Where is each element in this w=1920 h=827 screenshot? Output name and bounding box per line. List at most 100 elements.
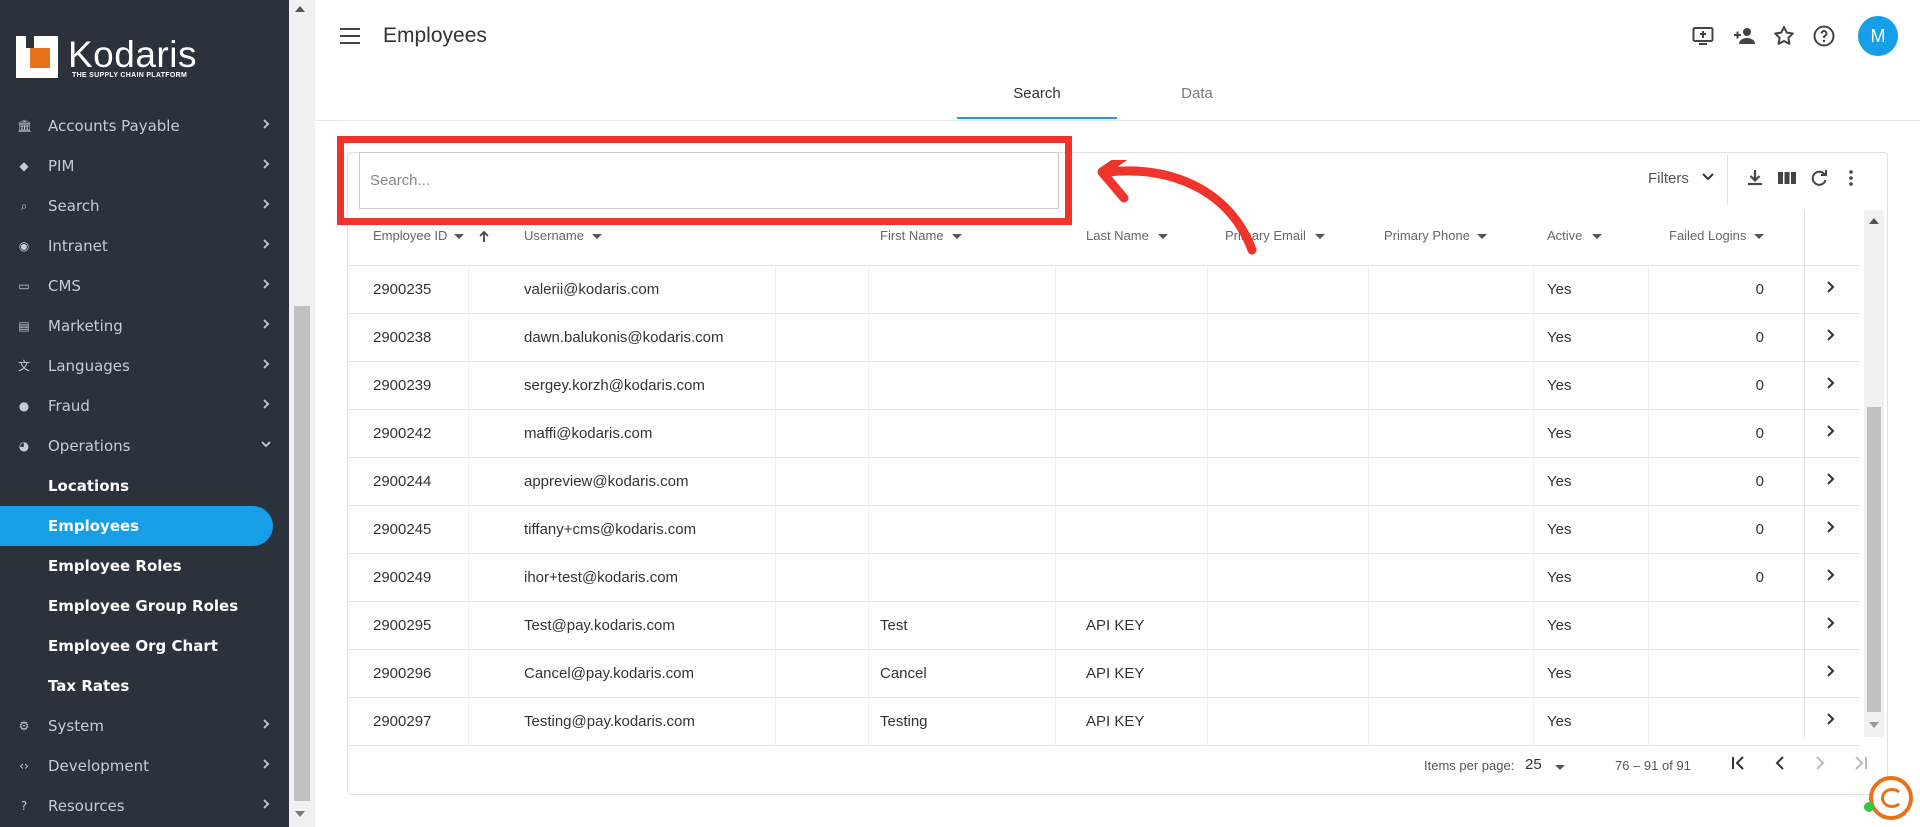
sidebar-item-intranet[interactable]: ◉ Intranet	[0, 226, 289, 266]
chevron-right-icon[interactable]	[1823, 662, 1837, 683]
column-header-employee-id[interactable]: Employee ID	[373, 228, 447, 243]
cell-divider	[1648, 410, 1649, 458]
sort-caret-icon[interactable]	[1477, 234, 1487, 239]
table-row[interactable]: 2900244 appreview@kodaris.com Yes 0	[348, 458, 1860, 506]
chevron-right-icon[interactable]	[1823, 374, 1837, 395]
cell-id: 2900238	[373, 329, 432, 346]
scroll-down-icon[interactable]	[1869, 722, 1879, 728]
column-header-username[interactable]: Username	[524, 228, 584, 243]
download-icon[interactable]	[1743, 168, 1767, 192]
chevron-right-icon[interactable]	[1823, 326, 1837, 347]
sidebar-item-system[interactable]: ⚙ System	[0, 706, 289, 746]
chevron-right-icon[interactable]	[1823, 518, 1837, 539]
sidebar-item-cms[interactable]: ▭ CMS	[0, 266, 289, 306]
sort-ascending-icon[interactable]	[477, 230, 491, 248]
sidebar-subitem-employee-org-chart[interactable]: Employee Org Chart	[0, 626, 289, 666]
sidebar-item-pim[interactable]: ◆ PIM	[0, 146, 289, 186]
chevron-right-icon[interactable]	[1823, 710, 1837, 731]
sidebar-item-development[interactable]: ‹› Development	[0, 746, 289, 786]
sidebar-scrollbar[interactable]	[289, 0, 315, 827]
search-icon: ⌕	[20, 199, 28, 213]
table-row[interactable]: 2900297 Testing@pay.kodaris.com Testing API…	[348, 698, 1860, 746]
column-header-first-name[interactable]: First Name	[880, 228, 944, 243]
scrollbar-thumb[interactable]	[294, 306, 310, 801]
next-page-icon[interactable]	[1807, 752, 1833, 778]
page-size-select[interactable]: 25	[1525, 756, 1542, 773]
help-icon[interactable]	[1811, 24, 1837, 50]
scrollbar-thumb[interactable]	[1867, 407, 1881, 712]
sidebar-item-label: Fraud	[48, 397, 90, 415]
sort-caret-icon[interactable]	[454, 234, 464, 239]
column-header-failed-logins[interactable]: Failed Logins	[1669, 228, 1746, 243]
table-row[interactable]: 2900242 maffi@kodaris.com Yes 0	[348, 410, 1860, 458]
columns-icon[interactable]	[1775, 168, 1799, 192]
table-row[interactable]: 2900249 ihor+test@kodaris.com Yes 0	[348, 554, 1860, 602]
sidebar-item-languages[interactable]: 文 Languages	[0, 346, 289, 386]
add-person-icon[interactable]	[1731, 24, 1757, 50]
scroll-up-icon[interactable]	[295, 6, 305, 12]
sidebar-item-operations[interactable]: ◕ Operations	[0, 426, 289, 466]
first-page-icon[interactable]	[1726, 752, 1752, 778]
sidebar-subitem-employee-group-roles[interactable]: Employee Group Roles	[0, 586, 289, 626]
sidebar-item-resources[interactable]: ? Resources	[0, 786, 289, 826]
sidebar-subitem-tax-rates[interactable]: Tax Rates	[0, 666, 289, 706]
chevron-right-icon[interactable]	[1823, 614, 1837, 635]
cell-active: Yes	[1547, 617, 1572, 634]
chevron-right-icon[interactable]	[1823, 566, 1837, 587]
column-header-primary-phone[interactable]: Primary Phone	[1384, 228, 1470, 243]
tab-data[interactable]: Data	[1117, 85, 1277, 119]
chat-widget-icon[interactable]	[1869, 776, 1913, 820]
scroll-down-icon[interactable]	[295, 811, 305, 817]
sidebar-item-marketing[interactable]: ▤ Marketing	[0, 306, 289, 346]
dropdown-caret-icon[interactable]	[1555, 765, 1565, 770]
table-row[interactable]: 2900295 Test@pay.kodaris.com Test API KEY Ye…	[348, 602, 1860, 650]
sort-caret-icon[interactable]	[1315, 234, 1325, 239]
last-page-icon[interactable]	[1847, 752, 1873, 778]
menu-icon[interactable]	[340, 28, 360, 44]
chevron-right-icon[interactable]	[1823, 278, 1837, 299]
chevron-down-icon[interactable]	[1700, 168, 1716, 188]
kodaris-logo[interactable]: Kodaris THE SUPPLY CHAIN PLATFORM	[16, 34, 196, 84]
cell-divider	[1368, 266, 1369, 314]
sidebar-subitem-employee-roles[interactable]: Employee Roles	[0, 546, 289, 586]
page-title: Employees	[383, 24, 487, 47]
chevron-right-icon[interactable]	[1823, 422, 1837, 443]
cell-active: Yes	[1547, 665, 1572, 682]
sidebar-item-fraud[interactable]: ● Fraud	[0, 386, 289, 426]
sort-caret-icon[interactable]	[952, 234, 962, 239]
present-to-all-icon[interactable]	[1690, 24, 1716, 50]
sidebar-item-search[interactable]: ⌕ Search	[0, 186, 289, 226]
cell-divider	[468, 410, 469, 458]
sort-caret-icon[interactable]	[1592, 234, 1602, 239]
column-header-active[interactable]: Active	[1547, 228, 1582, 243]
table-row[interactable]: 2900238 dawn.balukonis@kodaris.com Yes 0	[348, 314, 1860, 362]
table-row[interactable]: 2900239 sergey.korzh@kodaris.com Yes 0	[348, 362, 1860, 410]
cell-username: Cancel@pay.kodaris.com	[524, 665, 695, 682]
cell-divider	[868, 458, 869, 506]
tab-search[interactable]: Search	[957, 85, 1117, 119]
sort-caret-icon[interactable]	[592, 234, 602, 239]
cell-divider	[1207, 266, 1208, 314]
scroll-up-icon[interactable]	[1869, 218, 1879, 224]
filters-button[interactable]: Filters	[1648, 170, 1689, 187]
cell-failed: 0	[1755, 521, 1764, 538]
previous-page-icon[interactable]	[1767, 752, 1793, 778]
cell-active: Yes	[1547, 425, 1572, 442]
more-vert-icon[interactable]	[1839, 168, 1863, 192]
sidebar-subitem-locations[interactable]: Locations	[0, 466, 289, 506]
sidebar-item-label: Accounts Payable	[48, 117, 180, 135]
sidebar-subitem-employees[interactable]: Employees	[0, 506, 273, 546]
gear-icon: ⚙	[18, 719, 30, 733]
refresh-icon[interactable]	[1807, 168, 1831, 192]
chevron-right-icon[interactable]	[1823, 470, 1837, 491]
table-row[interactable]: 2900296 Cancel@pay.kodaris.com Cancel API K…	[348, 650, 1860, 698]
avatar[interactable]: M	[1858, 16, 1898, 56]
sidebar-item-accounts-payable[interactable]: 🏛 Accounts Payable	[0, 106, 289, 146]
table-row[interactable]: 2900245 tiffany+cms@kodaris.com Yes 0	[348, 506, 1860, 554]
table-row[interactable]: 2900235 valerii@kodaris.com Yes 0	[348, 266, 1860, 314]
table-scrollbar[interactable]	[1864, 210, 1884, 737]
web-icon: ▭	[18, 279, 30, 293]
star-icon[interactable]	[1771, 24, 1797, 50]
sort-caret-icon[interactable]	[1754, 234, 1764, 239]
chevron-right-icon	[260, 158, 272, 174]
